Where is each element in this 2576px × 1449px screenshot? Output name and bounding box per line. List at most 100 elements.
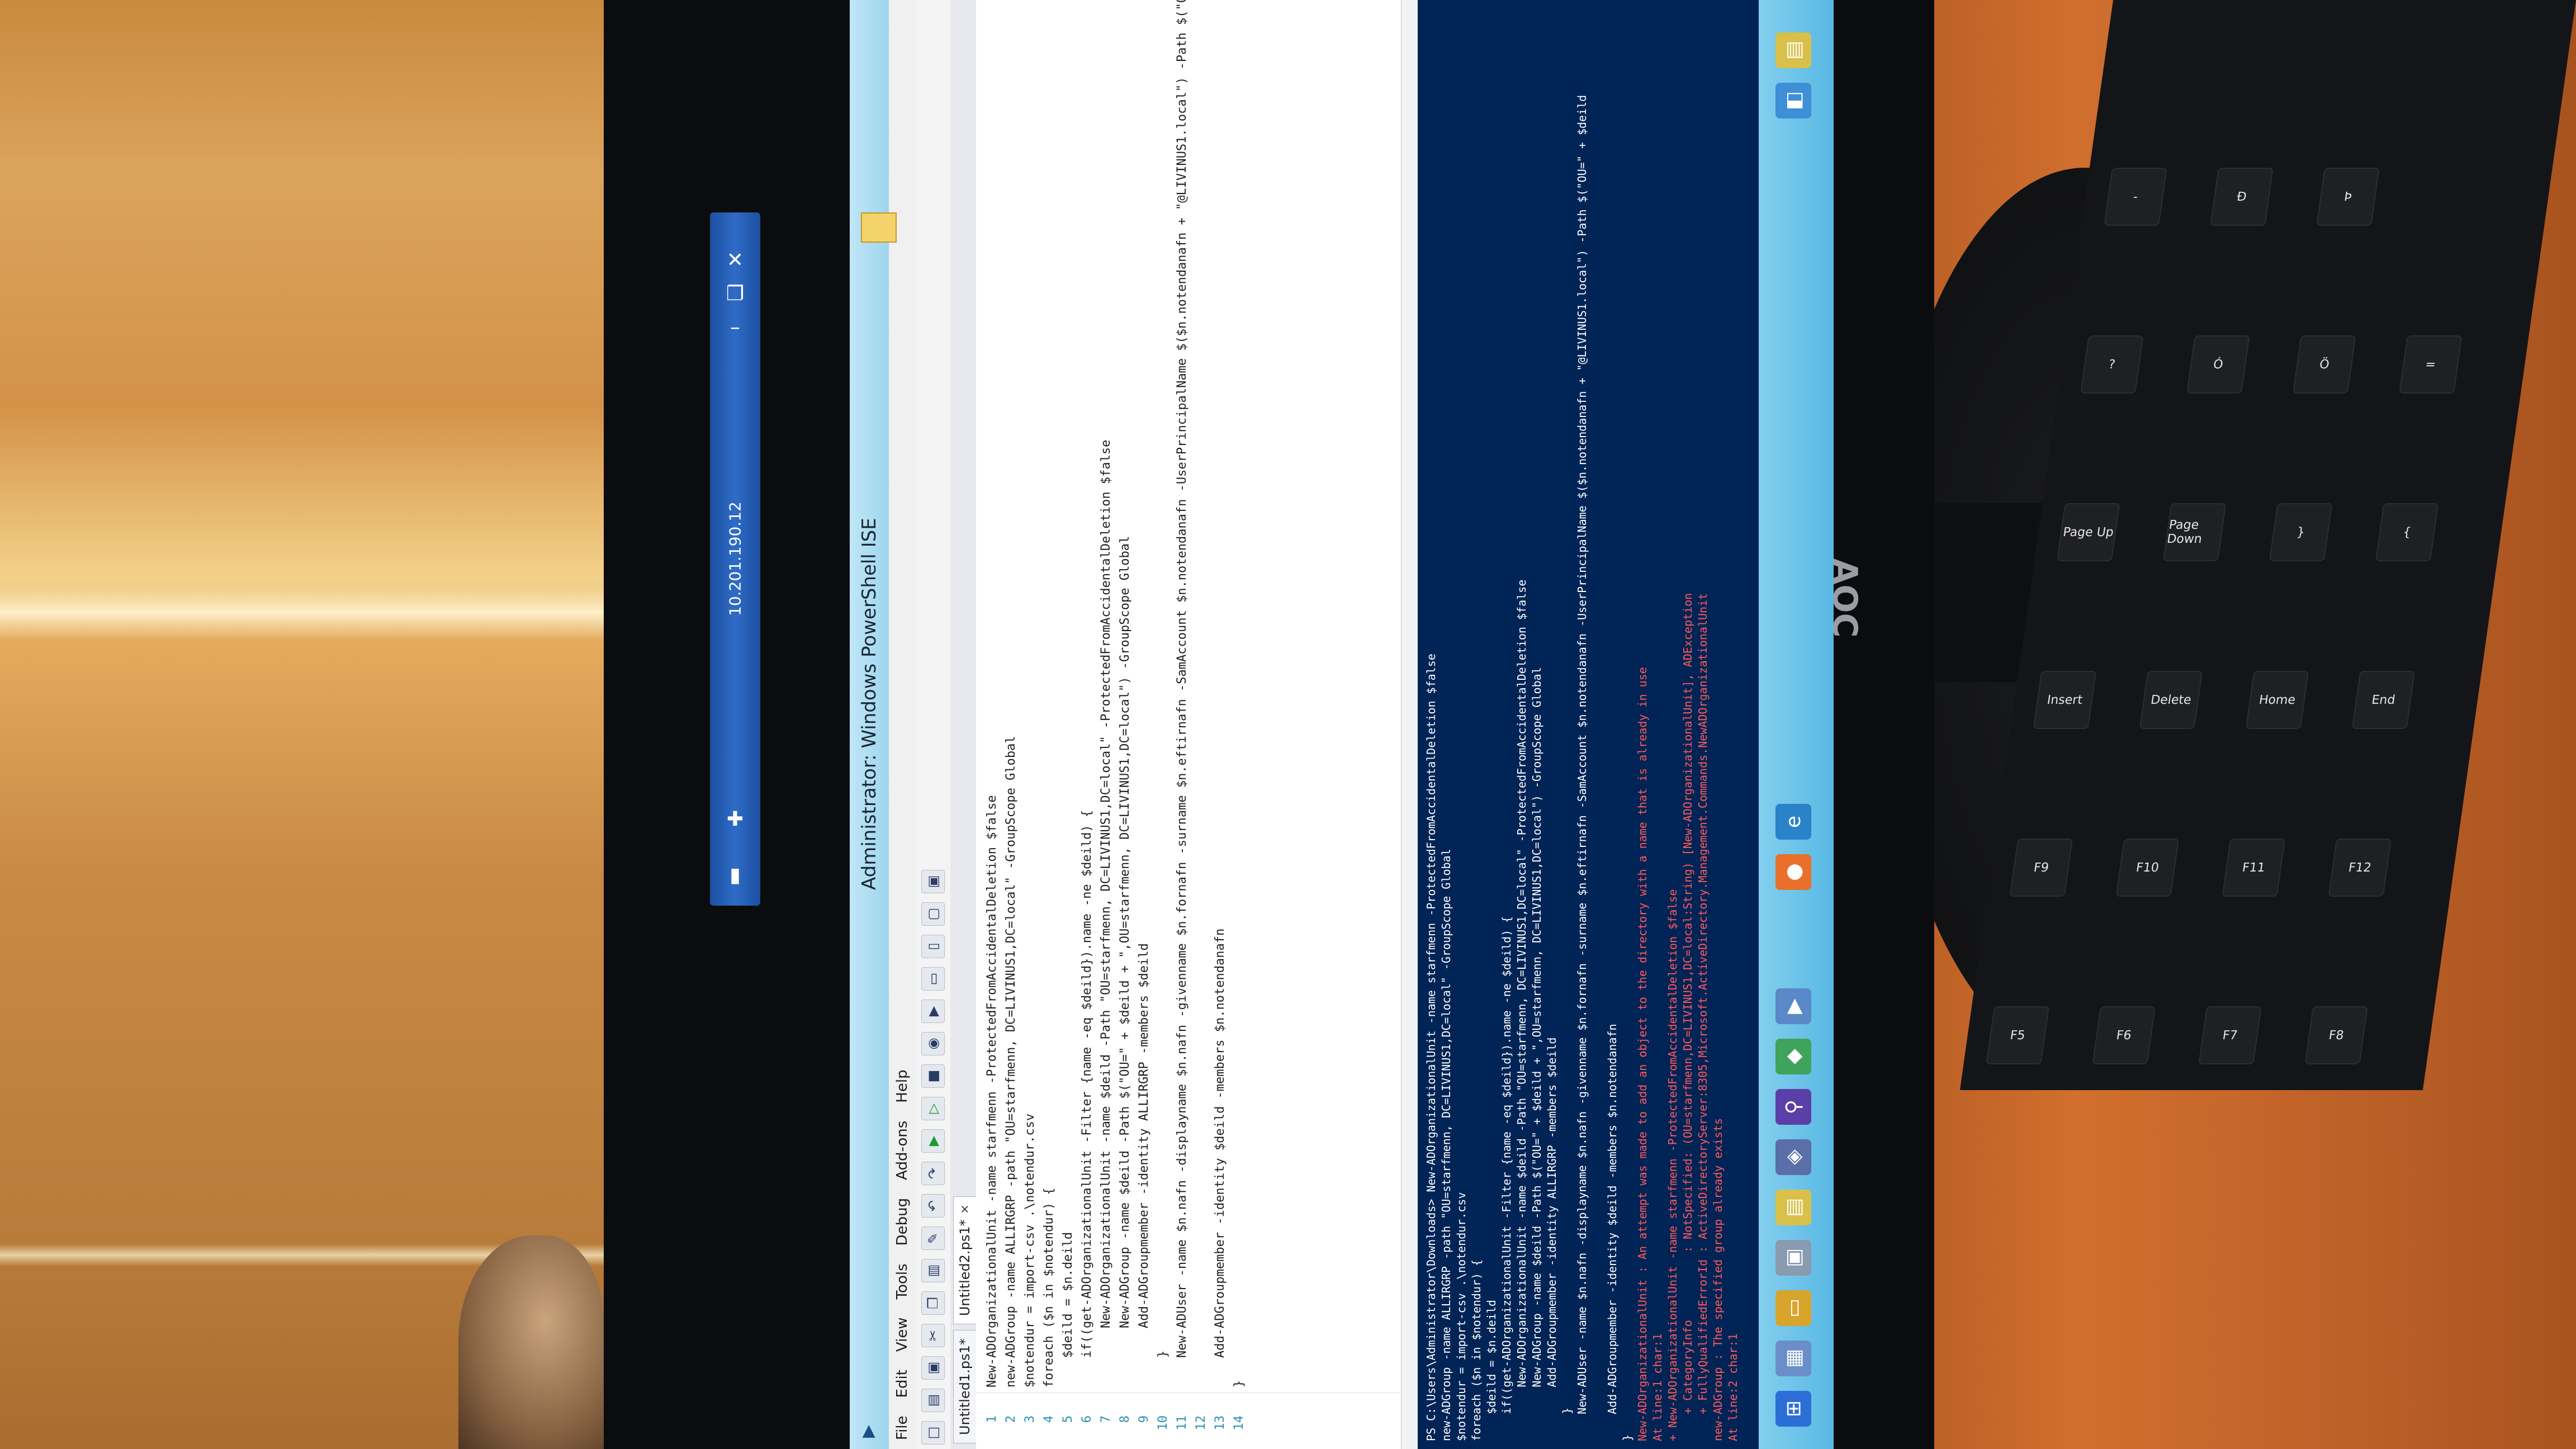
keyboard-key: Home	[2245, 671, 2309, 729]
menu-debug[interactable]: Debug	[894, 1189, 911, 1255]
line-number: 10	[1156, 1415, 1170, 1431]
keyboard-key: Delete	[2139, 671, 2203, 729]
code-line: New-ADGroup -name $deild -Path $("OU=" +…	[1118, 536, 1132, 1388]
keyboard-key: Ö	[2293, 335, 2356, 394]
console-error-line: new-ADGroup : The specified group alread…	[1711, 1118, 1725, 1441]
computer-icon[interactable]: ▣	[1775, 1240, 1811, 1276]
person-head	[458, 1235, 604, 1449]
redo-icon[interactable]: ↷	[921, 1162, 945, 1185]
line-number: 13	[1213, 1415, 1227, 1431]
layout-script-top-icon[interactable]: ▭	[921, 967, 945, 991]
new-file-icon[interactable]: □	[921, 1421, 945, 1445]
menu-help[interactable]: Help	[894, 1060, 911, 1111]
keyboard-key: F8	[2304, 1006, 2369, 1064]
network-icon[interactable]: ◈	[1775, 1139, 1811, 1175]
tab-untitled2[interactable]: Untitled2.ps1* ✕	[953, 1196, 976, 1325]
code-line: $deild = $n.deild	[1061, 1232, 1075, 1388]
line-number: 4	[1042, 1415, 1056, 1423]
internet-explorer-icon[interactable]: e	[1775, 804, 1811, 840]
close-tab-icon[interactable]: ✕	[958, 1205, 972, 1214]
run-script-icon[interactable]: ▶	[921, 1129, 945, 1153]
rotated-desktop: ▶ Administrator: Windows PowerShell ISE …	[850, 0, 1834, 1449]
line-number: 9	[1137, 1415, 1151, 1423]
menu-view[interactable]: View	[894, 1308, 911, 1361]
firefox-icon[interactable]: ●	[1775, 854, 1811, 890]
tab-label: Untitled1.ps1*	[957, 1338, 973, 1435]
console-pane[interactable]: PS C:\Users\Administrator\Downloads> New…	[1418, 0, 1759, 1449]
copy-icon[interactable]: ❐	[921, 1291, 945, 1315]
console-line: new-ADGroup -name ALLIRGRP -path "OU=sta…	[1439, 849, 1453, 1441]
keyboard-key: F5	[1986, 1006, 2050, 1064]
save-icon[interactable]: ▣	[921, 1356, 945, 1380]
code-line: New-ADOrganizationalUnit -name $deild -P…	[1099, 439, 1113, 1388]
line-number: 8	[1118, 1415, 1132, 1423]
undo-icon[interactable]: ↶	[921, 1194, 945, 1218]
console-line: foreach ($n in $notendur) {	[1470, 1259, 1483, 1441]
show-command-icon[interactable]: ▣	[921, 870, 945, 893]
notification-area-icon[interactable]: ◧	[1775, 83, 1811, 119]
windows-taskbar: ⊞ ▦ ▭ ▣ ▤ ◈ ⚲ ◆ ▶ ● e ◧ ▤	[1759, 0, 1834, 1449]
tab-label: Untitled2.ps1*	[957, 1219, 973, 1317]
keyboard-key: ?	[2080, 335, 2144, 394]
open-file-icon[interactable]: ▤	[921, 1389, 945, 1412]
tray-folder-icon[interactable]: ▤	[1775, 32, 1811, 68]
script-editor[interactable]: 1 2 3 4 5 6 7 8 9 10 11 12 13 14 New-ADOrganizational…	[976, 0, 1401, 1449]
console-line: $deild = $n.deild	[1485, 1300, 1498, 1441]
console-line: PS C:\Users\Administrator\Downloads> New…	[1424, 654, 1438, 1441]
console-line: New-ADOrganizationalUnit -name $deild -P…	[1515, 579, 1528, 1441]
keyboard-key: -	[2104, 168, 2167, 226]
app-icon[interactable]: ◆	[1775, 1039, 1811, 1074]
run-selection-icon[interactable]: ▷	[921, 1097, 945, 1120]
console-error-line: + New-ADOrganizationalUnit -name starfme…	[1666, 889, 1679, 1441]
keyboard-key: F9	[2009, 839, 2073, 897]
desktop-folder-icon[interactable]	[861, 212, 897, 243]
tab-untitled1[interactable]: Untitled1.ps1*	[953, 1330, 976, 1443]
signal-icon: ▮	[730, 863, 741, 887]
start-powershell-icon[interactable]: ▶	[921, 1000, 945, 1023]
clear-console-icon[interactable]: ✎	[921, 1227, 945, 1250]
keyboard-key: F10	[2115, 839, 2180, 897]
menu-add-ons[interactable]: Add-ons	[894, 1112, 911, 1189]
menu-edit[interactable]: Edit	[894, 1361, 911, 1407]
remote-desktop-screen: ▶ Administrator: Windows PowerShell ISE …	[850, 0, 1834, 1449]
restore-icon[interactable]: ❐	[721, 280, 749, 307]
paste-icon[interactable]: ▥	[921, 1259, 945, 1282]
file-explorer-icon[interactable]: ▭	[1775, 1290, 1811, 1326]
search-icon[interactable]: ⚲	[1775, 1089, 1811, 1125]
code-line: Add-ADGroupmember -identity ALLIRGRP -me…	[1137, 943, 1151, 1388]
wall-background	[0, 0, 637, 1449]
keyboard-key: F11	[2222, 839, 2286, 897]
pin-icon[interactable]: ✚	[721, 805, 749, 833]
keyboard-key: F7	[2198, 1006, 2262, 1064]
console-line: }	[1621, 1434, 1634, 1441]
folder-icon[interactable]: ▤	[1775, 1190, 1811, 1225]
close-icon[interactable]: ✕	[721, 246, 749, 274]
powershell-taskbar-icon[interactable]: ▶	[1775, 988, 1811, 1024]
script-tabs: Untitled1.ps1* Untitled2.ps1* ✕	[950, 0, 976, 1449]
keyboard-key: F6	[2092, 1006, 2156, 1064]
menu-file[interactable]: File	[894, 1407, 911, 1449]
window-blind-light	[0, 584, 637, 640]
minimize-icon[interactable]: –	[721, 313, 749, 341]
console-error-line: At line:2 char:1	[1726, 1333, 1740, 1441]
layout-script-right-icon[interactable]: ▯	[921, 935, 945, 958]
console-error-line: + CategoryInfo : NotSpecified: (OU=starf…	[1681, 593, 1694, 1441]
stop-icon[interactable]: ■	[921, 1064, 945, 1088]
console-error-line: At line:1 char:1	[1651, 1333, 1664, 1441]
start-button-icon[interactable]: ⊞	[1775, 1391, 1811, 1427]
keyboard-key: {	[2375, 503, 2439, 561]
keyboard-key: F12	[2328, 839, 2392, 897]
console-line: New-ADUser -name $n.nafn -displayname $n…	[1575, 94, 1589, 1441]
keyboard-key: =	[2399, 335, 2463, 394]
layout-max-script-icon[interactable]: ▢	[921, 902, 945, 926]
line-number: 11	[1175, 1415, 1189, 1431]
new-remote-tab-icon[interactable]: ◉	[921, 1032, 945, 1055]
cut-icon[interactable]: ✂	[921, 1324, 945, 1347]
server-manager-icon[interactable]: ▦	[1775, 1341, 1811, 1376]
code-line: }	[1156, 1350, 1170, 1388]
keyboard-key: Page Up	[2056, 503, 2120, 561]
powershell-ise-icon: ▶	[858, 1424, 878, 1438]
keyboard-key: Page Down	[2162, 503, 2227, 561]
menu-tools[interactable]: Tools	[894, 1254, 911, 1308]
pane-splitter[interactable]	[1401, 0, 1419, 1449]
